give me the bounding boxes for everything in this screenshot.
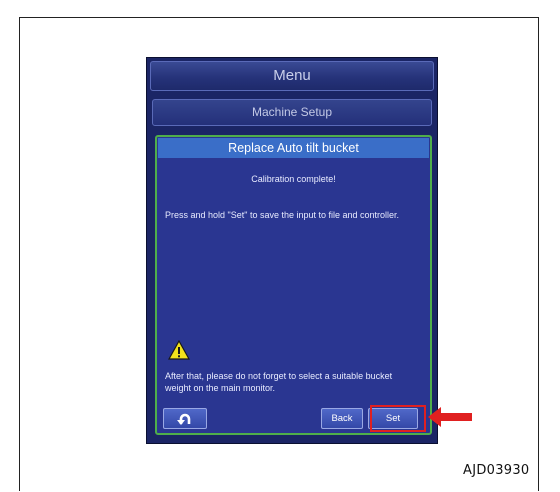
red-arrow-icon	[428, 407, 472, 427]
warning-triangle-icon	[168, 340, 190, 360]
monitor-screen: Menu Machine Setup Replace Auto tilt buc…	[146, 57, 438, 444]
set-button-highlight	[370, 405, 426, 432]
machine-setup-bar: Machine Setup	[152, 99, 432, 126]
warning-text: After that, please do not forget to sele…	[165, 371, 393, 393]
back-button[interactable]: Back	[321, 408, 363, 429]
dialog-panel: Replace Auto tilt bucket Calibration com…	[155, 135, 432, 435]
section-title: Machine Setup	[251, 105, 333, 119]
instruction-text: Press and hold "Set" to save the input t…	[165, 210, 400, 220]
menu-title-bar: Menu	[150, 61, 434, 91]
undo-arrow-icon	[177, 413, 191, 425]
status-message: Calibration complete!	[251, 174, 336, 184]
dialog-title: Replace Auto tilt bucket	[158, 138, 429, 158]
figure-id: AJD03930	[463, 463, 530, 478]
menu-title: Menu	[273, 67, 311, 84]
undo-button[interactable]	[163, 408, 207, 429]
